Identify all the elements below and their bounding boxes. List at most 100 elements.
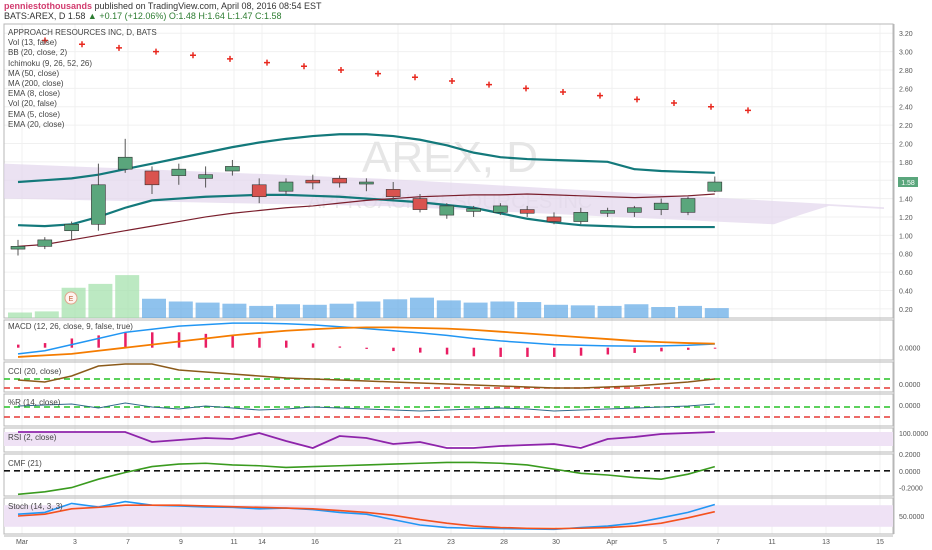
candle-body [171, 168, 187, 176]
macd-hist-bar [499, 347, 502, 357]
volume-bar [34, 311, 59, 318]
indicator-item[interactable]: Vol (20, false) [8, 99, 157, 109]
candle-body [412, 198, 428, 210]
time-tick-label: 7 [126, 539, 130, 546]
cci-label[interactable]: CCI (20, close) [8, 367, 61, 376]
macd-hist-bar [526, 347, 529, 357]
indicator-item[interactable]: EMA (20, close) [8, 120, 157, 130]
macd-signal-line [17, 326, 715, 358]
macd-hist-bar [231, 335, 234, 348]
time-tick-label: 7 [716, 539, 720, 546]
cci-pane: 0.0000 [4, 363, 921, 389]
volume-bar [222, 303, 247, 318]
ticker-change: ▲ +0.17 (+12.06%) [87, 11, 167, 21]
earnings-marker[interactable]: E [64, 291, 78, 305]
candle-body [519, 209, 535, 214]
indicator-item[interactable]: EMA (5, close) [8, 110, 157, 120]
macd-hist-bar [338, 346, 342, 348]
volume-bar [544, 304, 568, 318]
price-tick-label: 2.60 [899, 86, 913, 93]
price-tick-label: 0.20 [899, 307, 913, 314]
macd-hist-bar [606, 347, 610, 355]
publish-line: penniestothousands published on TradingV… [4, 1, 322, 11]
macd-hist-bar [553, 347, 556, 357]
sar-point [523, 85, 529, 92]
volume-bar [517, 302, 542, 318]
macd-hist-bar [713, 347, 717, 349]
macd-hist-bar [258, 337, 261, 348]
ticker-symbol[interactable]: BATS:AREX, D [4, 11, 65, 21]
axis-tick-label: 50.0000 [899, 514, 924, 521]
macd-hist-bar [633, 347, 636, 353]
indicator-item[interactable]: BB (20, close, 2) [8, 48, 157, 58]
time-tick-label: 11 [768, 539, 775, 546]
wr-pane: 0.0000 [4, 402, 921, 418]
sar-point [190, 52, 196, 59]
candle-body [546, 216, 562, 222]
last-price-tag-label: 1.58 [901, 180, 915, 187]
author-link[interactable]: penniestothousands [4, 1, 92, 11]
price-tick-label: 2.80 [899, 68, 913, 75]
volume-bar [463, 302, 488, 318]
volume-bar [651, 307, 676, 318]
macd-hist-bar [472, 347, 476, 357]
volume-bar [570, 305, 595, 318]
macd-hist-bar [579, 347, 583, 356]
volume-bar [490, 301, 515, 318]
axis-tick-label: 100.0000 [899, 431, 928, 438]
indicator-item[interactable]: Ichimoku (9, 26, 52, 26) [8, 59, 157, 69]
time-tick-label: 23 [447, 539, 455, 546]
cmf-label[interactable]: CMF (21) [8, 459, 42, 468]
sar-point [375, 70, 381, 77]
volume-bar [8, 312, 32, 318]
volume-bar [276, 304, 300, 318]
candle-body [707, 181, 723, 192]
time-tick-label: 16 [311, 539, 319, 546]
sar-point [301, 63, 307, 70]
sar-point [227, 55, 233, 62]
wr-label[interactable]: %R (14, close) [8, 398, 60, 407]
rsi-pane: 100.0000 [4, 431, 928, 449]
time-tick-label: 9 [179, 539, 183, 546]
candle-body [198, 174, 213, 179]
volume-bar [383, 299, 408, 318]
macd-label[interactable]: MACD (12, 26, close, 9, false, true) [8, 322, 133, 331]
indicator-item[interactable]: MA (50, close) [8, 69, 157, 79]
rsi-label[interactable]: RSI (2, close) [8, 433, 56, 442]
time-tick-label: 13 [822, 539, 830, 546]
candle-body [10, 246, 26, 250]
macd-hist-bar [419, 347, 422, 353]
indicator-item[interactable]: MA (200, close) [8, 79, 157, 89]
time-tick-label: 28 [500, 539, 508, 546]
indicator-item[interactable]: Vol (13, false) [8, 38, 157, 48]
volume-bar [329, 303, 354, 318]
candle-body [385, 189, 401, 198]
main-pane-title: APPROACH RESOURCES INC, D, BATS [8, 28, 157, 37]
time-tick-label: 3 [73, 539, 77, 546]
volume-bar [356, 301, 381, 318]
axis-tick-label: 0.0000 [899, 469, 921, 476]
volume-bar [142, 298, 166, 318]
axis-tick-label: 0.0000 [899, 382, 921, 389]
sar-point [745, 107, 751, 114]
axis-tick-label: 0.0000 [899, 346, 921, 353]
candle-body [332, 178, 347, 184]
sar-point [560, 88, 566, 95]
last-price-tag: 1.58 [898, 177, 918, 187]
stoch-pane: 50.0000 [4, 500, 924, 531]
volume-bar [410, 297, 434, 318]
candle-body [466, 208, 481, 212]
sar-point [264, 59, 270, 66]
macd-hist-bar [70, 338, 74, 348]
candle-body [439, 205, 455, 216]
sar-point [708, 103, 714, 110]
candle-body [91, 184, 106, 225]
indicator-item[interactable]: EMA (8, close) [8, 89, 157, 99]
macd-hist-bar [177, 332, 181, 348]
time-tick-label: 11 [230, 539, 237, 546]
stoch-label[interactable]: Stoch (14, 3, 3) [8, 502, 63, 511]
macd-hist-bar [365, 347, 368, 349]
pane-frame [3, 319, 894, 361]
time-axis: Mar 3 7 9 11 14 16 21 23 28 30 Apr 5 7 11 13 15 [16, 539, 884, 546]
sar-point [671, 100, 677, 107]
